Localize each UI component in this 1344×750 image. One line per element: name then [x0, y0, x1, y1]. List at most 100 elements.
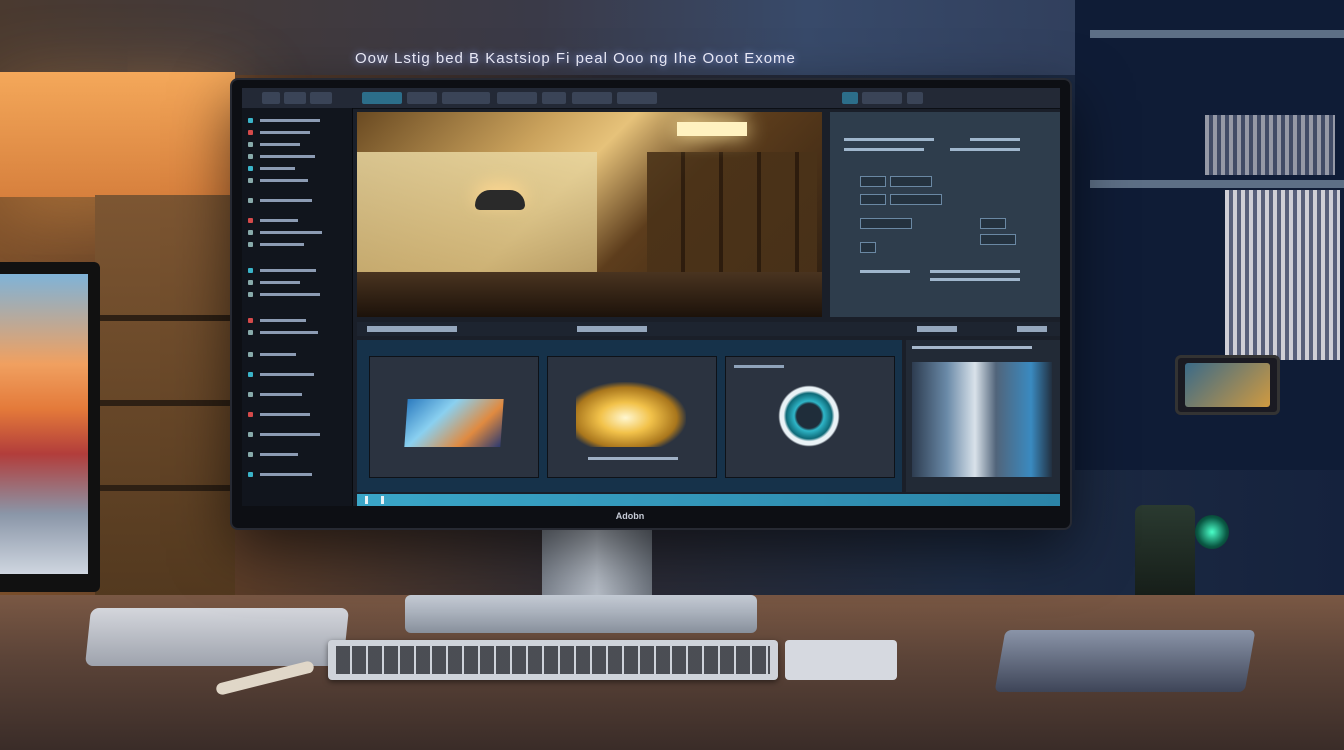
- monitor-stand-neck: [542, 524, 652, 602]
- viewer-ceiling-light: [677, 122, 747, 136]
- editor-screen: [242, 88, 1060, 506]
- media-thumbnail[interactable]: [725, 356, 895, 478]
- toolbar-button[interactable]: [862, 92, 902, 104]
- inspector-field[interactable]: [980, 234, 1016, 245]
- shelf-board: [95, 315, 235, 321]
- toolbar-button[interactable]: [542, 92, 566, 104]
- toolbar-button[interactable]: [842, 92, 858, 104]
- green-indicator-light: [1195, 515, 1229, 549]
- monitor-stand-base: [405, 595, 757, 633]
- keyboard-keys: [336, 646, 770, 674]
- book-spines: [1225, 190, 1340, 360]
- lens-icon: [778, 385, 840, 447]
- item-icon: [248, 154, 253, 159]
- closed-laptop: [84, 608, 350, 666]
- item-icon: [248, 166, 253, 171]
- inspector-line: [930, 278, 1020, 281]
- secondary-monitor: [0, 262, 100, 592]
- shelf-board: [95, 400, 235, 406]
- secondary-monitor-screen: [0, 274, 88, 574]
- source-preview[interactable]: [906, 340, 1060, 492]
- thumbnail-label: [734, 365, 784, 368]
- main-monitor: [232, 80, 1070, 528]
- preview-header: [912, 346, 1032, 349]
- item-icon: [248, 472, 253, 477]
- item-icon: [248, 432, 253, 437]
- item-icon: [248, 372, 253, 377]
- item-icon: [248, 352, 253, 357]
- inspector-line: [970, 138, 1020, 141]
- toolbar-button[interactable]: [907, 92, 923, 104]
- inspector-line: [950, 148, 1020, 151]
- media-bin: [357, 340, 902, 492]
- item-icon: [248, 242, 253, 247]
- inspector-line: [930, 270, 1020, 273]
- header-label: [367, 326, 457, 332]
- numpad: [785, 640, 897, 680]
- media-thumbnail[interactable]: [369, 356, 539, 478]
- viewer-floor: [357, 272, 822, 317]
- timeline-marker[interactable]: [381, 496, 384, 504]
- media-thumbnail[interactable]: [547, 356, 717, 478]
- program-viewer[interactable]: [357, 112, 822, 317]
- inspector-field[interactable]: [860, 176, 886, 187]
- preview-image: [912, 362, 1052, 477]
- inspector-field[interactable]: [860, 218, 912, 229]
- book-stack: [1205, 115, 1335, 175]
- inspector-line: [860, 270, 910, 273]
- monitor-brand: Adobn: [615, 511, 645, 521]
- timeline-marker[interactable]: [365, 496, 368, 504]
- shelf-board: [1090, 180, 1344, 188]
- left-shelf: [95, 195, 235, 595]
- toolbar-button[interactable]: [407, 92, 437, 104]
- overhead-title: Oow Lstig bed B Kastsiop Fi peal Ooo ng …: [355, 50, 796, 67]
- item-icon: [248, 198, 253, 203]
- item-icon: [248, 118, 253, 123]
- item-icon: [248, 268, 253, 273]
- toolbar-button[interactable]: [262, 92, 280, 104]
- toolbar-button[interactable]: [362, 92, 402, 104]
- lampshade: [0, 72, 235, 197]
- inspector-field[interactable]: [890, 194, 942, 205]
- thumbnail-art: [404, 399, 504, 447]
- timeline-bar[interactable]: [357, 494, 1060, 506]
- editor-toolbar: [242, 88, 1060, 109]
- inspector-field[interactable]: [980, 218, 1006, 229]
- inspector-field[interactable]: [860, 242, 876, 253]
- inspector-panel: [830, 112, 1060, 317]
- item-icon: [248, 392, 253, 397]
- item-icon: [248, 330, 253, 335]
- thumbnail-art: [576, 382, 686, 447]
- panel-header-bar: [357, 322, 1060, 336]
- toolbar-button[interactable]: [497, 92, 537, 104]
- item-icon: [248, 280, 253, 285]
- item-icon: [248, 218, 253, 223]
- header-label: [577, 326, 647, 332]
- lamp-icon: [475, 190, 525, 210]
- item-icon: [248, 142, 253, 147]
- toolbar-button[interactable]: [310, 92, 332, 104]
- item-icon: [248, 230, 253, 235]
- item-icon: [248, 178, 253, 183]
- header-label: [917, 326, 957, 332]
- room-scene: Oow Lstig bed B Kastsiop Fi peal Ooo ng …: [0, 0, 1344, 750]
- toolbar-button[interactable]: [442, 92, 490, 104]
- tablet-device: [1175, 355, 1280, 415]
- inspector-field[interactable]: [890, 176, 932, 187]
- toolbar-button[interactable]: [617, 92, 657, 104]
- keyboard-icon: [328, 640, 778, 680]
- shelf-board: [1090, 30, 1344, 38]
- inspector-field[interactable]: [860, 194, 886, 205]
- inspector-line: [844, 148, 924, 151]
- header-label: [1017, 326, 1047, 332]
- notebook: [994, 630, 1256, 692]
- item-icon: [248, 318, 253, 323]
- inspector-line: [844, 138, 934, 141]
- project-panel: [242, 108, 353, 506]
- item-icon: [248, 292, 253, 297]
- thumbnail-bar: [588, 457, 678, 460]
- shelf-board: [95, 485, 235, 491]
- item-icon: [248, 130, 253, 135]
- toolbar-button[interactable]: [572, 92, 612, 104]
- toolbar-button[interactable]: [284, 92, 306, 104]
